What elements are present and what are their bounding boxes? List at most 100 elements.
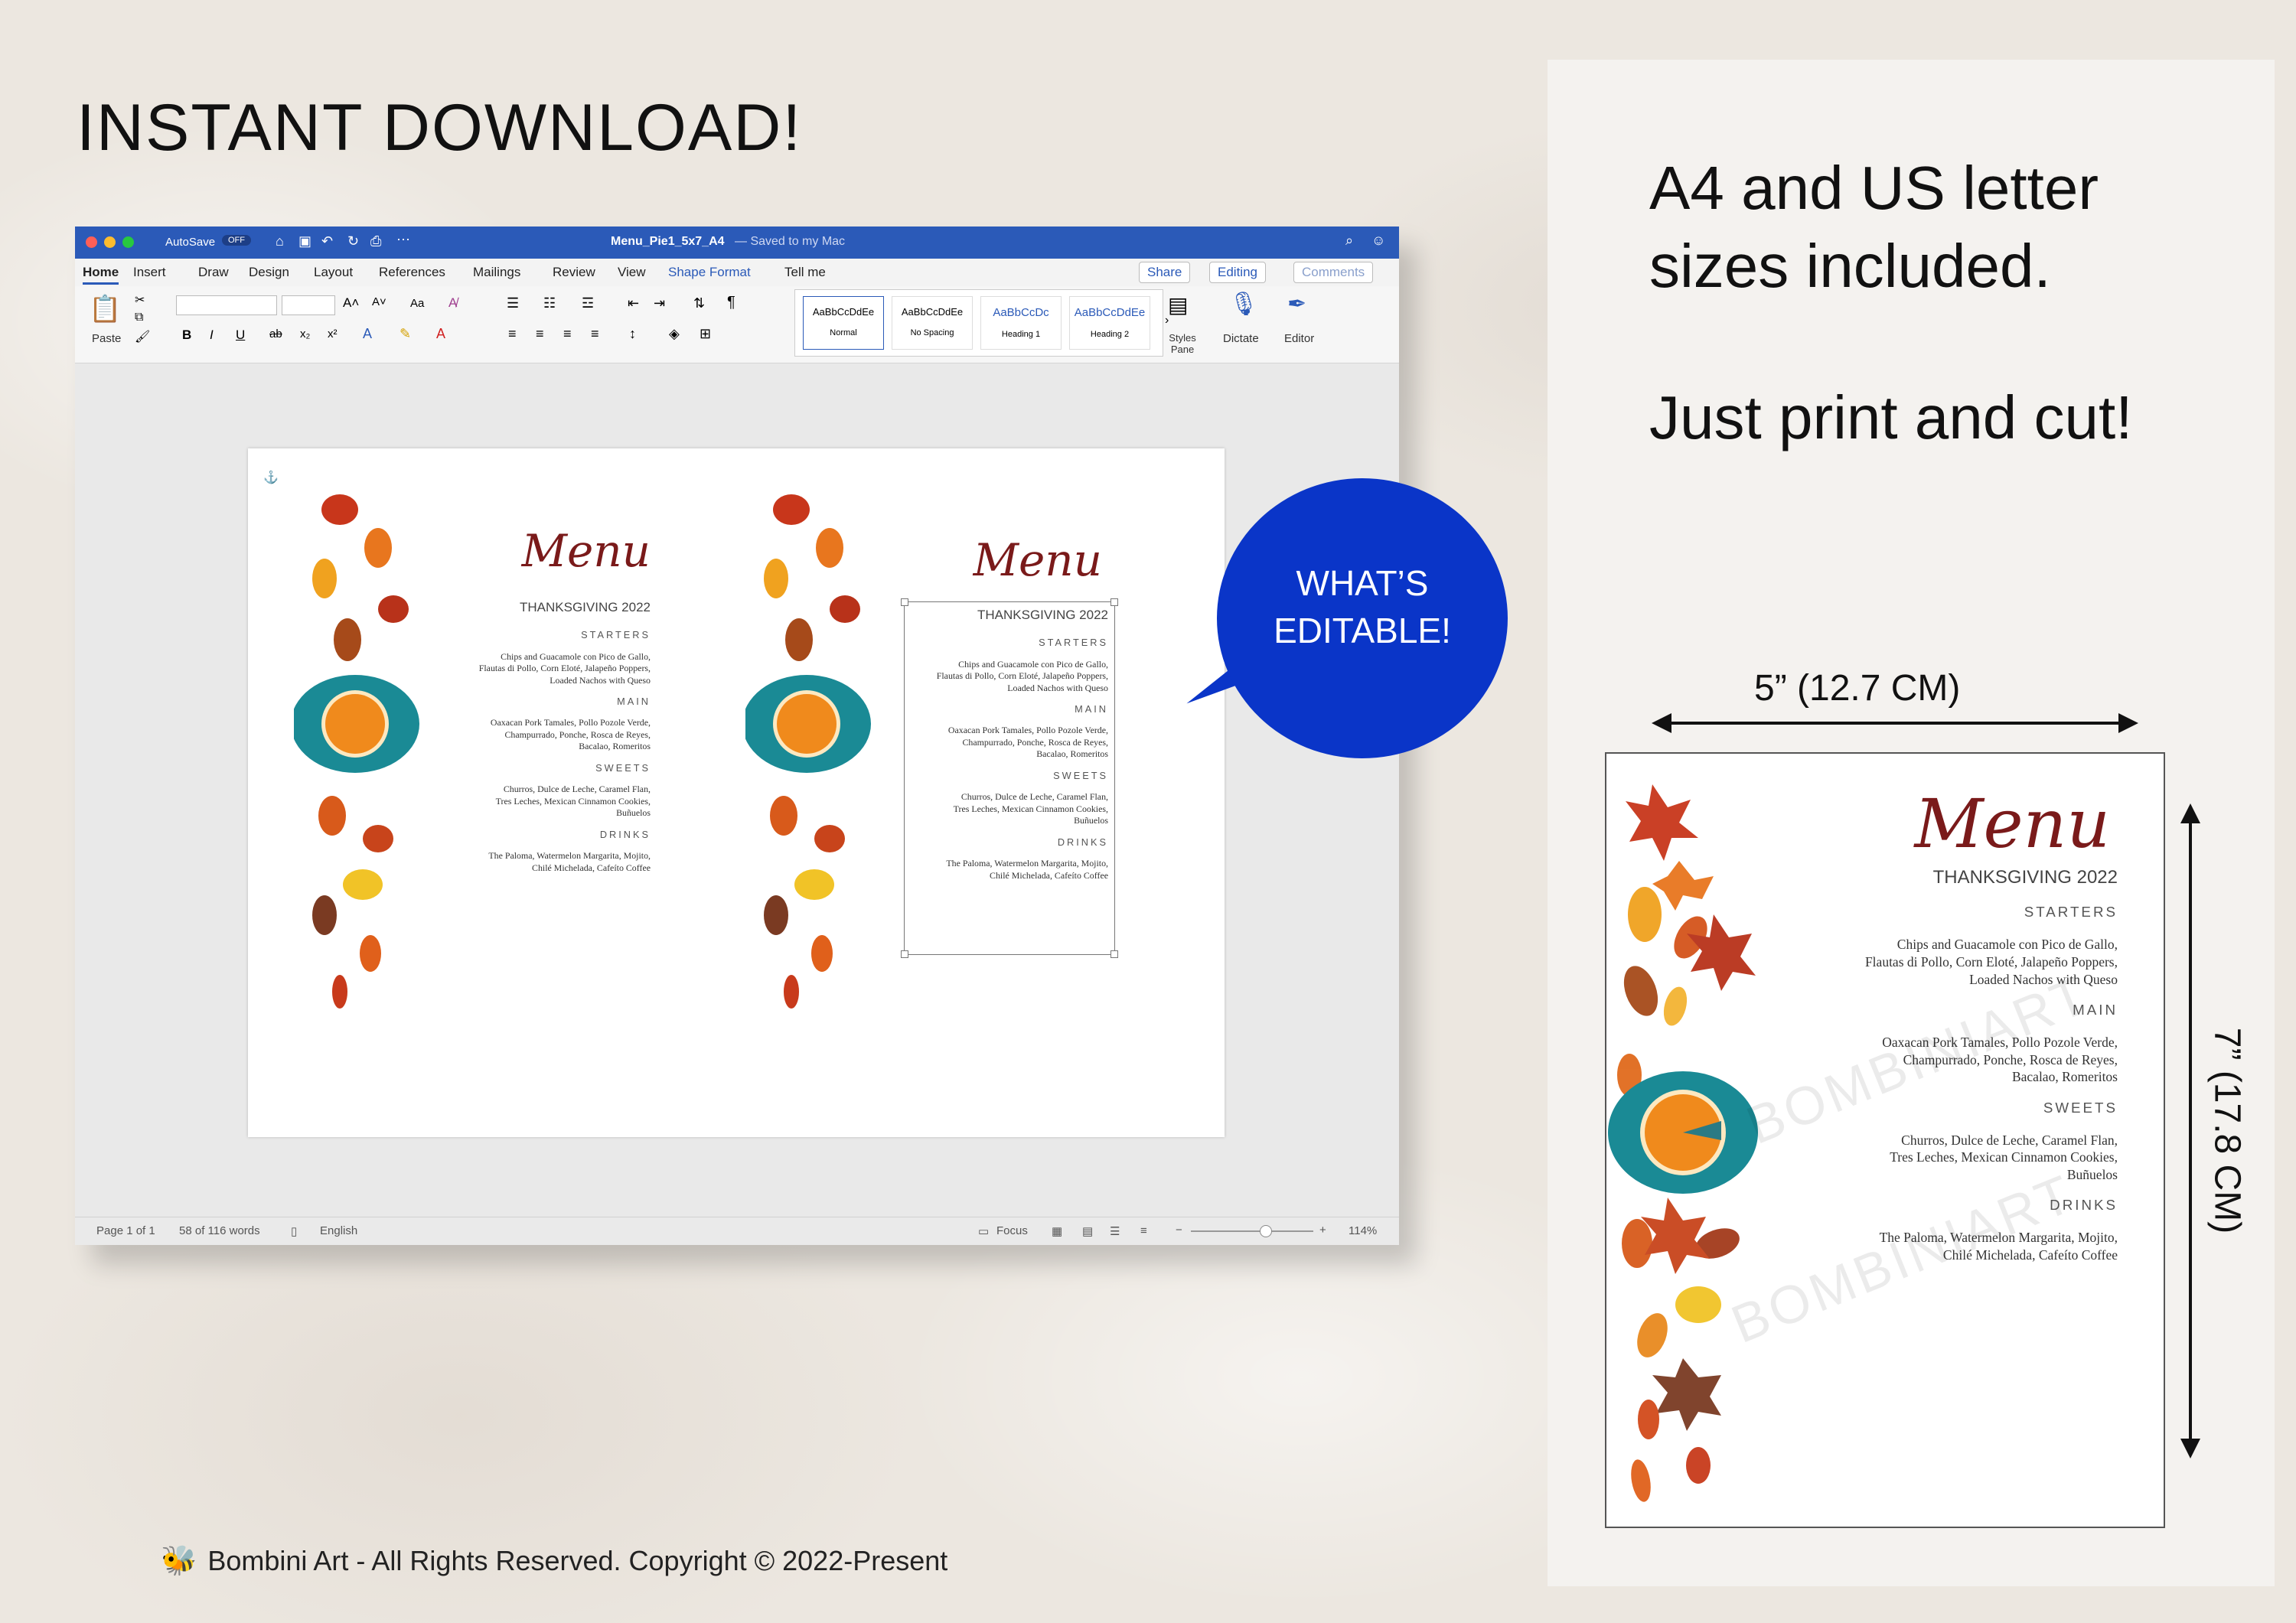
text-effects-icon[interactable]: A xyxy=(363,326,372,342)
shrink-font-icon[interactable]: A˅ xyxy=(372,295,386,308)
style-heading-2[interactable]: AaBbCcDdEe Heading 2 xyxy=(1069,296,1150,350)
dictate-button[interactable]: Dictate xyxy=(1223,332,1259,345)
proofing-icon[interactable]: ▯ xyxy=(291,1224,297,1238)
doc-event-left[interactable]: THANKSGIVING 2022 xyxy=(520,600,651,615)
change-case-icon[interactable]: Aa xyxy=(410,297,424,310)
more-icon[interactable]: ⋯ xyxy=(396,232,410,248)
superscript-icon[interactable]: x² xyxy=(328,328,338,341)
clear-format-icon[interactable]: A̸ xyxy=(448,295,457,311)
tab-design[interactable]: Design xyxy=(249,265,289,280)
paste-icon[interactable]: 📋 xyxy=(89,294,121,324)
underline-icon[interactable]: U xyxy=(236,328,245,343)
decrease-indent-icon[interactable]: ⇤ xyxy=(628,295,639,311)
highlight-icon[interactable]: ✎ xyxy=(400,326,411,342)
copy-icon[interactable]: ⧉ xyxy=(135,311,143,324)
zoom-slider-thumb[interactable] xyxy=(1260,1225,1272,1237)
undo-icon[interactable]: ↶ xyxy=(321,233,333,249)
line-spacing-icon[interactable]: ↕ xyxy=(629,326,636,342)
format-painter-icon[interactable]: 🖌 xyxy=(135,329,150,344)
style-no-spacing[interactable]: AaBbCcDdEe No Spacing xyxy=(892,296,973,350)
paste-button[interactable]: Paste xyxy=(92,332,121,345)
share-button[interactable]: Share xyxy=(1139,262,1191,283)
align-left-icon[interactable]: ≡ xyxy=(508,326,517,342)
tab-view[interactable]: View xyxy=(618,265,646,280)
home-icon[interactable]: ⌂ xyxy=(276,233,284,249)
resize-handle[interactable] xyxy=(901,950,908,958)
print-layout-icon[interactable]: ▦ xyxy=(1052,1224,1062,1238)
tab-shape-format[interactable]: Shape Format xyxy=(668,265,751,280)
editor-button[interactable]: Editor xyxy=(1284,332,1314,345)
tab-mailings[interactable]: Mailings xyxy=(473,265,520,280)
tab-layout[interactable]: Layout xyxy=(314,265,353,280)
style-heading-1[interactable]: AaBbCcDc Heading 1 xyxy=(980,296,1062,350)
tab-draw[interactable]: Draw xyxy=(198,265,229,280)
font-family-select[interactable] xyxy=(176,295,277,315)
increase-indent-icon[interactable]: ⇥ xyxy=(654,295,665,311)
font-color-icon[interactable]: A xyxy=(436,326,445,342)
tell-me[interactable]: Tell me xyxy=(784,265,826,280)
styles-pane-button[interactable]: Styles Pane xyxy=(1163,332,1202,355)
account-icon[interactable]: ☺ xyxy=(1371,233,1385,249)
bullets-icon[interactable]: ☰ xyxy=(507,295,519,311)
document-title: Menu_Pie1_5x7_A4 xyxy=(611,235,725,248)
print-icon[interactable]: ⎙ xyxy=(370,233,381,249)
font-size-select[interactable] xyxy=(282,295,335,315)
style-name: Normal xyxy=(830,328,857,337)
tab-references[interactable]: References xyxy=(379,265,445,280)
web-layout-icon[interactable]: ▤ xyxy=(1082,1224,1093,1238)
resize-handle[interactable] xyxy=(1110,950,1118,958)
document-page[interactable]: ⚓ Menu THANKSGIVING 2022 STARTERS Chips a… xyxy=(248,448,1225,1137)
save-icon[interactable]: ▣ xyxy=(298,233,311,249)
focus-button[interactable]: Focus xyxy=(996,1224,1028,1237)
tab-insert[interactable]: Insert xyxy=(133,265,166,280)
bold-icon[interactable]: B xyxy=(182,328,191,343)
draft-view-icon[interactable]: ≡ xyxy=(1140,1224,1147,1237)
microphone-icon[interactable]: 🎙 xyxy=(1229,291,1258,318)
align-center-icon[interactable]: ≡ xyxy=(536,326,544,342)
italic-icon[interactable]: I xyxy=(210,328,214,343)
doc-left-section-title: MAIN xyxy=(617,695,651,707)
redo-icon[interactable]: ↻ xyxy=(347,233,359,249)
doc-sections-left[interactable]: STARTERS Chips and Guacamole con Pico de … xyxy=(421,629,651,883)
justify-icon[interactable]: ≡ xyxy=(591,326,599,342)
search-icon[interactable]: ⌕ xyxy=(1345,233,1353,249)
editable-bubble: WHAT’S EDITABLE! xyxy=(1217,478,1508,758)
tab-review[interactable]: Review xyxy=(553,265,595,280)
borders-icon[interactable]: ⊞ xyxy=(700,326,711,342)
zoom-in-icon[interactable]: + xyxy=(1319,1224,1326,1237)
editing-button[interactable]: Editing xyxy=(1209,262,1266,283)
editor-icon[interactable]: ✒ xyxy=(1287,291,1306,318)
numbering-icon[interactable]: ☷ xyxy=(543,295,556,311)
resize-handle[interactable] xyxy=(1110,598,1118,606)
doc-event-right[interactable]: THANKSGIVING 2022 xyxy=(977,608,1108,623)
comments-button[interactable]: Comments xyxy=(1293,262,1374,283)
grow-font-icon[interactable]: A˄ xyxy=(343,295,359,311)
language[interactable]: English xyxy=(320,1224,357,1237)
doc-right-menu-item: The Paloma, Watermelon Margarita, Mojito… xyxy=(946,858,1108,869)
resize-handle[interactable] xyxy=(901,598,908,606)
zoom-slider[interactable] xyxy=(1191,1230,1313,1232)
sort-icon[interactable]: ⇅ xyxy=(693,295,705,311)
multilevel-list-icon[interactable]: ☲ xyxy=(582,295,594,311)
cut-icon[interactable]: ✂ xyxy=(135,292,145,308)
shading-icon[interactable]: ◈ xyxy=(669,326,680,342)
show-marks-icon[interactable]: ¶ xyxy=(727,294,735,311)
align-right-icon[interactable]: ≡ xyxy=(563,326,572,342)
page-count[interactable]: Page 1 of 1 xyxy=(96,1224,155,1237)
outline-view-icon[interactable]: ☰ xyxy=(1110,1224,1120,1238)
word-count[interactable]: 58 of 116 words xyxy=(179,1224,260,1237)
subscript-icon[interactable]: x₂ xyxy=(300,328,310,341)
tab-home[interactable]: Home xyxy=(83,265,119,285)
zoom-out-icon[interactable]: − xyxy=(1176,1224,1182,1237)
autosave-toggle[interactable]: OFF xyxy=(222,235,251,246)
focus-icon[interactable]: ▭ xyxy=(978,1224,989,1238)
close-button[interactable] xyxy=(86,236,97,248)
minimize-button[interactable] xyxy=(104,236,116,248)
doc-sections-right[interactable]: STARTERS Chips and Guacamole con Pico de … xyxy=(879,637,1108,891)
maximize-button[interactable] xyxy=(122,236,134,248)
strikethrough-icon[interactable]: ab xyxy=(269,328,282,341)
zoom-level[interactable]: 114% xyxy=(1349,1224,1377,1237)
style-normal[interactable]: AaBbCcDdEe Normal xyxy=(803,296,884,350)
styles-pane-icon[interactable]: ▤ xyxy=(1168,292,1188,318)
status-bar: Page 1 of 1 58 of 116 words ▯ English ▭ … xyxy=(75,1217,1399,1245)
